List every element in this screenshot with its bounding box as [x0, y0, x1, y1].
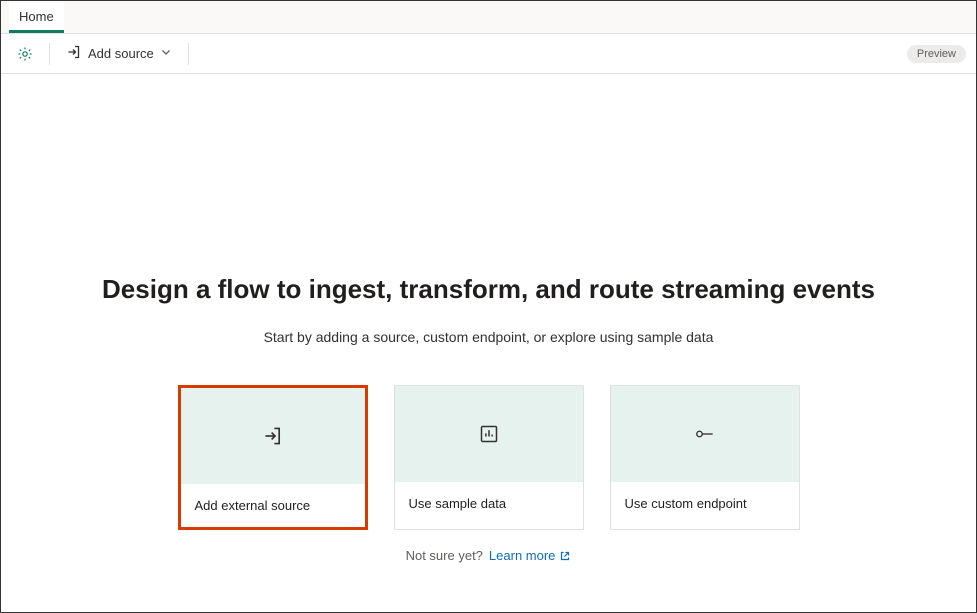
card-icon-area [611, 386, 799, 482]
card-icon-area [395, 386, 583, 482]
footer-line: Not sure yet? Learn more [406, 548, 572, 563]
preview-badge: Preview [907, 45, 966, 63]
endpoint-icon [694, 424, 716, 444]
gear-icon [17, 46, 33, 62]
card-label: Add external source [181, 484, 365, 527]
card-use-custom-endpoint[interactable]: Use custom endpoint [610, 385, 800, 530]
learn-more-label: Learn more [489, 548, 555, 563]
tabs-bar: Home [1, 1, 976, 34]
learn-more-link[interactable]: Learn more [489, 548, 571, 563]
main-canvas: Design a flow to ingest, transform, and … [1, 74, 976, 613]
card-use-sample-data[interactable]: Use sample data [394, 385, 584, 530]
chevron-down-icon [160, 46, 172, 61]
enter-icon [262, 425, 284, 447]
card-add-external-source[interactable]: Add external source [178, 385, 368, 530]
divider [188, 43, 189, 65]
card-label: Use sample data [395, 482, 583, 525]
page-title: Design a flow to ingest, transform, and … [102, 274, 875, 305]
add-source-button[interactable]: Add source [60, 40, 178, 67]
toolbar: Add source Preview [1, 34, 976, 74]
cards-row: Add external source Use sample data Use … [178, 385, 800, 530]
page-subtitle: Start by adding a source, custom endpoin… [264, 329, 714, 345]
enter-icon [66, 44, 82, 63]
footer-prompt: Not sure yet? [406, 548, 483, 563]
tab-home[interactable]: Home [9, 1, 64, 33]
settings-button[interactable] [11, 40, 39, 68]
bar-chart-icon [479, 424, 499, 444]
divider [49, 43, 50, 65]
card-icon-area [181, 388, 365, 484]
card-label: Use custom endpoint [611, 482, 799, 525]
external-link-icon [559, 550, 571, 562]
add-source-label: Add source [88, 46, 154, 61]
